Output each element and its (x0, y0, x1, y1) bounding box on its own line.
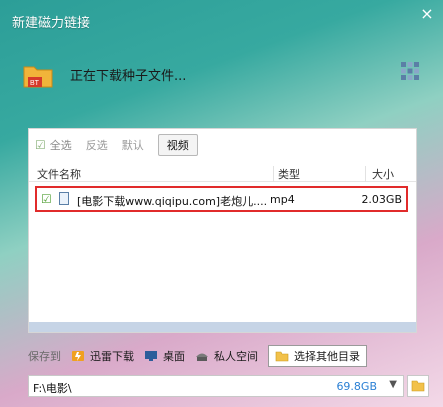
browse-folder-icon (411, 380, 425, 392)
save-option-other-directory[interactable]: 选择其他目录 (268, 345, 367, 367)
file-icon (59, 192, 69, 205)
new-magnet-link-dialog: 新建磁力链接 × BT 正在下载种子文件... ☑ 全选 反选 默认 视频 文件… (0, 0, 443, 407)
title-bar: 新建磁力链接 × (0, 0, 443, 42)
browse-folder-button[interactable] (407, 375, 429, 397)
grid-icon (401, 62, 419, 80)
default-selection-link[interactable]: 默认 (122, 137, 144, 153)
file-name: [电影下载www.qiqipu.com]老炮儿.... (77, 195, 268, 208)
folder-icon (275, 351, 289, 362)
file-type: mp4 (270, 193, 295, 206)
column-name[interactable]: 文件名称 (37, 166, 81, 182)
select-all-label: 全选 (49, 139, 72, 152)
close-button[interactable]: × (417, 4, 437, 24)
table-header: 文件名称 类型 大小 (29, 164, 416, 182)
desktop-icon (145, 351, 157, 361)
svg-text:BT: BT (30, 80, 40, 87)
file-size: 2.03GB (361, 193, 402, 206)
checkbox-icon: ☑ (35, 138, 46, 152)
save-to-label: 保存到 (28, 350, 61, 363)
free-space-label: 69.8GB (336, 380, 377, 393)
window-title: 新建磁力链接 (12, 16, 91, 31)
download-status: BT 正在下载种子文件... (22, 55, 422, 91)
path-dropdown-icon[interactable]: ▼ (389, 379, 397, 390)
column-size[interactable]: 大小 (365, 166, 394, 182)
column-type[interactable]: 类型 (273, 166, 300, 182)
row-checkbox[interactable]: ☑ (41, 192, 52, 206)
save-location-row: 保存到 迅雷下载 桌面 私人空间 选择其他目录 (28, 345, 417, 367)
save-path-input[interactable]: F:\电影\ 69.8GB ▼ (28, 375, 404, 397)
horizontal-scrollbar[interactable] (29, 322, 416, 332)
save-option-thunder[interactable]: 迅雷下载 (71, 348, 134, 364)
save-option-desktop-label: 桌面 (163, 350, 185, 363)
status-text: 正在下载种子文件... (70, 69, 187, 84)
save-option-thunder-label: 迅雷下载 (90, 350, 134, 363)
save-option-other-directory-label: 选择其他目录 (294, 350, 360, 363)
bt-folder-icon: BT (23, 66, 53, 88)
table-row[interactable]: ☑ [电影下载www.qiqipu.com]老炮儿.... mp4 2.03GB (35, 186, 408, 212)
save-option-private-space[interactable]: 私人空间 (195, 348, 258, 364)
save-option-desktop[interactable]: 桌面 (144, 348, 185, 364)
save-option-private-space-label: 私人空间 (214, 350, 258, 363)
invert-selection-link[interactable]: 反选 (86, 137, 108, 153)
video-filter-button[interactable]: 视频 (157, 134, 198, 156)
thunder-folder-icon (72, 351, 84, 361)
select-all-checkbox[interactable]: ☑ 全选 (35, 137, 72, 153)
filter-toolbar: ☑ 全选 反选 默认 视频 (35, 134, 198, 156)
private-space-icon (196, 353, 208, 361)
file-list-panel: ☑ 全选 反选 默认 视频 文件名称 类型 大小 ☑ [电影下载www.qiqi… (28, 128, 417, 333)
save-path-value: F:\电影\ (33, 382, 72, 395)
